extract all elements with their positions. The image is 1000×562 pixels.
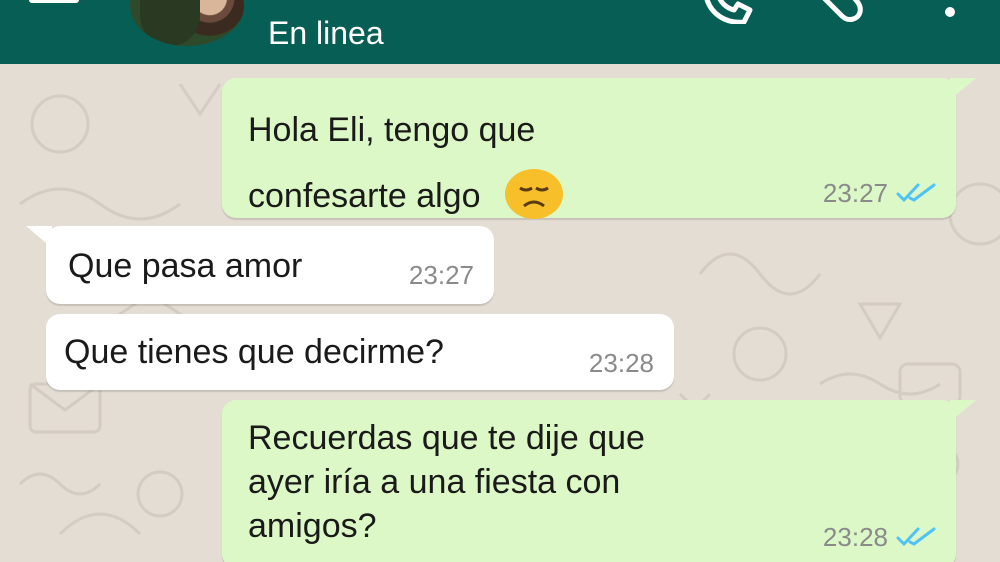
message-meta: 23:28 [823, 522, 936, 552]
avatar[interactable] [130, 0, 244, 46]
more-vert-icon[interactable] [938, 0, 962, 24]
paperclip-icon[interactable] [812, 0, 872, 24]
message-text-line: ayer iría a una fiesta con [248, 463, 621, 501]
contact-status: En linea [268, 15, 384, 51]
chat-header: En linea [0, 0, 1000, 64]
read-receipt-icon [896, 183, 936, 203]
message-text-line: Que tienes que decirme? [64, 333, 444, 371]
phone-icon[interactable] [700, 0, 756, 24]
message-text-line: Recuerdas que te dije que [248, 419, 645, 457]
chat-area[interactable]: Hola Eli, tengo que confesarte algo 23:2… [0, 64, 1000, 562]
bubble-tail [26, 226, 52, 248]
message-meta: 23:28 [589, 348, 654, 378]
message-bubble-incoming[interactable]: Que pasa amor 23:27 [26, 226, 494, 304]
bubble-tail [950, 400, 976, 422]
message-text-line: amigos? [248, 507, 377, 545]
message-text-line: confesarte algo [248, 176, 481, 215]
timestamp: 23:27 [408, 260, 474, 290]
timestamp: 23:28 [588, 348, 654, 378]
message-bubble-outgoing[interactable]: Hola Eli, tengo que confesarte algo 23:2… [222, 78, 976, 219]
message-text-line: Hola Eli, tengo que [248, 111, 536, 149]
timestamp: 23:27 [822, 178, 888, 208]
message-meta: 23:27 [823, 178, 936, 208]
back-arrow-icon[interactable] [28, 0, 80, 24]
message-text-line: Que pasa amor [68, 247, 303, 285]
message-bubble-incoming[interactable]: Que tienes que decirme? 23:28 [46, 314, 674, 390]
message-text-line-with-emoji: confesarte algo [248, 169, 564, 224]
disappointed-face-emoji [504, 169, 563, 219]
bubble-tail [950, 78, 976, 100]
read-receipt-icon [896, 527, 936, 547]
timestamp: 23:28 [822, 522, 888, 552]
message-meta: 23:27 [409, 260, 474, 290]
message-bubble-outgoing[interactable]: Recuerdas que te dije que ayer iría a un… [222, 400, 976, 562]
avatar-hair [140, 0, 200, 46]
